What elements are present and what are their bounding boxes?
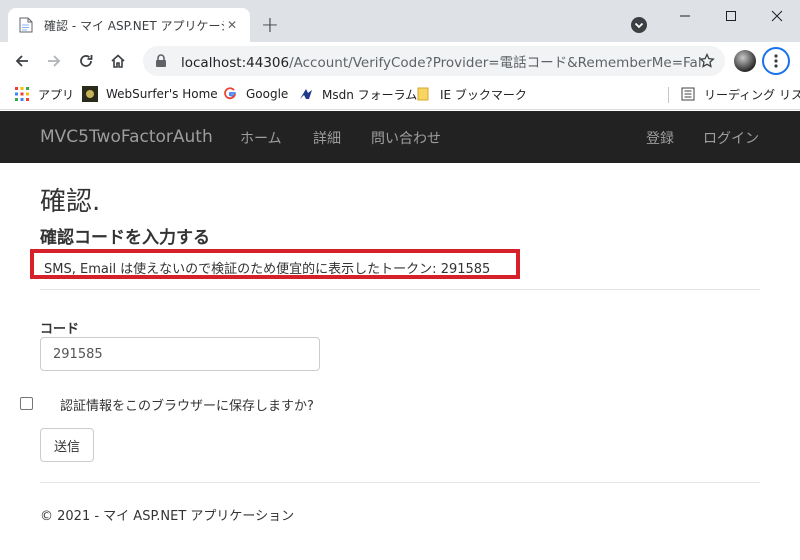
bookmark-google[interactable]: Google [222,80,288,108]
remember-browser-checkbox[interactable] [20,397,33,410]
token-highlight-box: SMS, Email は使えないので検証のため便宜的に表示したトークン: 291… [30,249,520,279]
bookmarks-separator [668,87,669,103]
forward-arrow-icon[interactable] [41,48,67,74]
home-icon[interactable] [105,48,131,74]
bookmark-label: Msdn フォーラム [322,87,418,102]
back-arrow-icon[interactable] [9,48,35,74]
folder-icon [416,86,432,102]
token-message: SMS, Email は使えないので検証のため便宜的に表示したトークン: 291… [44,262,491,277]
nav-link-login[interactable]: ログイン [703,128,759,148]
divider [40,289,760,290]
reading-list-button[interactable]: リーディング リスト [680,80,800,108]
profile-avatar[interactable] [734,50,756,72]
minimize-icon[interactable] [662,0,708,32]
bookmark-label: Google [246,87,289,101]
apps-grid-icon [14,86,30,102]
browser-tab-strip: 確認 - マイ ASP.NET アプリケーション ✕ + [0,0,800,42]
page-subtitle: 確認コードを入力する [40,228,210,248]
footer-divider [40,482,760,483]
url-host: localhost:44306 [181,55,290,71]
code-input[interactable] [40,337,320,371]
new-tab-button[interactable]: + [258,13,282,38]
url-path: /Account/VerifyCode?Provider=電話コード&Remem… [289,55,701,71]
brand-link[interactable]: MVC5TwoFactorAuth [40,127,213,147]
websurfer-favicon-icon [82,86,98,102]
msdn-icon [298,86,314,102]
footer-copyright: © 2021 - マイ ASP.NET アプリケーション [40,509,295,524]
reading-list-icon [680,86,696,102]
nav-link-about[interactable]: 詳細 [313,128,341,148]
tab-close-icon[interactable]: ✕ [224,17,240,33]
lock-icon[interactable] [155,54,169,68]
url-text[interactable]: localhost:44306/Account/VerifyCode?Provi… [181,51,701,71]
browser-tab[interactable]: 確認 - マイ ASP.NET アプリケーション ✕ [8,8,250,42]
remember-browser-label: 認証情報をこのブラウザーに保存しますか? [60,399,314,414]
site-navbar: MVC5TwoFactorAuth ホーム 詳細 問い合わせ 登録 ログイン [0,111,800,163]
bookmark-msdn[interactable]: Msdn フォーラム [298,80,417,108]
bookmark-label: IE ブックマーク [440,87,527,102]
page-favicon-icon [18,17,34,33]
page-content: 確認. 確認コードを入力する SMS, Email は使えないので検証のため便宜… [0,163,800,560]
tab-title: 確認 - マイ ASP.NET アプリケーション [44,18,224,33]
reading-list-label: リーディング リスト [704,87,800,102]
address-bar[interactable]: localhost:44306/Account/VerifyCode?Provi… [143,46,725,76]
close-window-icon[interactable] [754,0,800,32]
nav-link-contact[interactable]: 問い合わせ [371,128,441,148]
bookmark-label: WebSurfer's Home [106,87,218,101]
maximize-icon[interactable] [708,0,754,32]
google-icon [222,86,238,102]
code-label: コード [40,322,80,337]
tab-search-icon[interactable] [630,16,648,34]
bookmark-apps[interactable]: アプリ [14,80,74,108]
reload-icon[interactable] [73,48,99,74]
browser-toolbar: localhost:44306/Account/VerifyCode?Provi… [0,42,800,80]
bookmark-ie[interactable]: IE ブックマーク [416,80,527,108]
bookmark-websurfer[interactable]: WebSurfer's Home [82,80,218,108]
chrome-menu-icon[interactable] [762,47,790,75]
nav-link-home[interactable]: ホーム [240,128,282,148]
page-title: 確認. [40,187,101,217]
submit-button[interactable]: 送信 [40,428,94,462]
bookmark-star-icon[interactable] [699,52,715,69]
nav-link-register[interactable]: 登録 [646,128,674,148]
bookmarks-bar: アプリ WebSurfer's Home Google Msdn フォーラム I… [0,80,800,110]
bookmark-label: アプリ [38,87,75,102]
